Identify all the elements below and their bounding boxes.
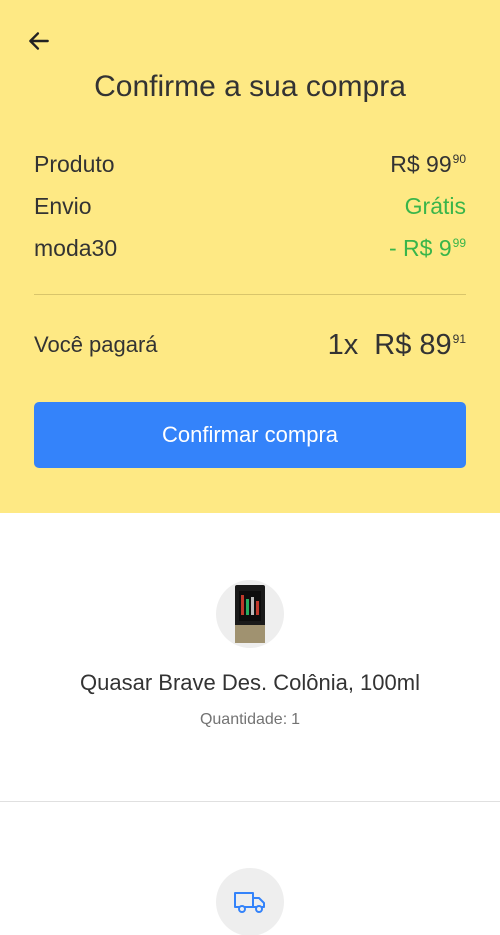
truck-icon <box>234 892 265 913</box>
summary-row-coupon: moda30 - R$ 9 99 <box>34 232 466 264</box>
cologne-bottle-icon <box>235 585 265 643</box>
total-label: Você pagará <box>34 332 158 357</box>
shipping-price: Grátis <box>405 193 466 220</box>
product-label: Produto <box>34 150 115 177</box>
product-price-main: R$ 99 <box>390 150 452 177</box>
section-divider <box>0 801 500 802</box>
product-price: R$ 99 90 <box>390 151 466 178</box>
product-quantity: Quantidade: 1 <box>0 711 500 729</box>
total-row: Você pagará 1x R$ 89 91 <box>34 325 466 365</box>
product-thumbnail <box>216 580 284 648</box>
confirm-purchase-button[interactable]: Confirmar compra <box>34 402 466 468</box>
shipping-price-main: Grátis <box>404 192 466 219</box>
product-name: Quasar Brave Des. Colônia, 100ml <box>80 670 420 695</box>
total-price-main: R$ 89 <box>374 328 452 361</box>
total-price-cents: 91 <box>452 331 466 346</box>
page-title: Confirme a sua compra <box>94 70 406 103</box>
quantity-label: Quantidade: <box>199 711 288 728</box>
coupon-discount-cents: 99 <box>452 235 466 250</box>
arrow-left-icon <box>29 32 49 50</box>
shipping-label: Envio <box>34 192 92 219</box>
shipping-icon-badge <box>216 868 284 935</box>
coupon-label: moda30 <box>34 234 118 261</box>
purchase-summary: Confirme a sua compra Produto R$ 99 90 E… <box>0 0 500 513</box>
total-price: 1x R$ 89 91 <box>328 329 466 362</box>
coupon-discount-main: - R$ 9 <box>389 234 452 261</box>
coupon-discount: - R$ 9 99 <box>389 235 466 262</box>
quantity-value: 1 <box>291 711 301 728</box>
product-price-cents: 90 <box>452 151 466 166</box>
summary-row-shipping: Envio Grátis <box>34 190 466 222</box>
back-button[interactable] <box>22 24 56 58</box>
summary-row-product: Produto R$ 99 90 <box>34 148 466 180</box>
total-quantity: 1x <box>327 328 359 361</box>
summary-divider <box>34 294 466 295</box>
